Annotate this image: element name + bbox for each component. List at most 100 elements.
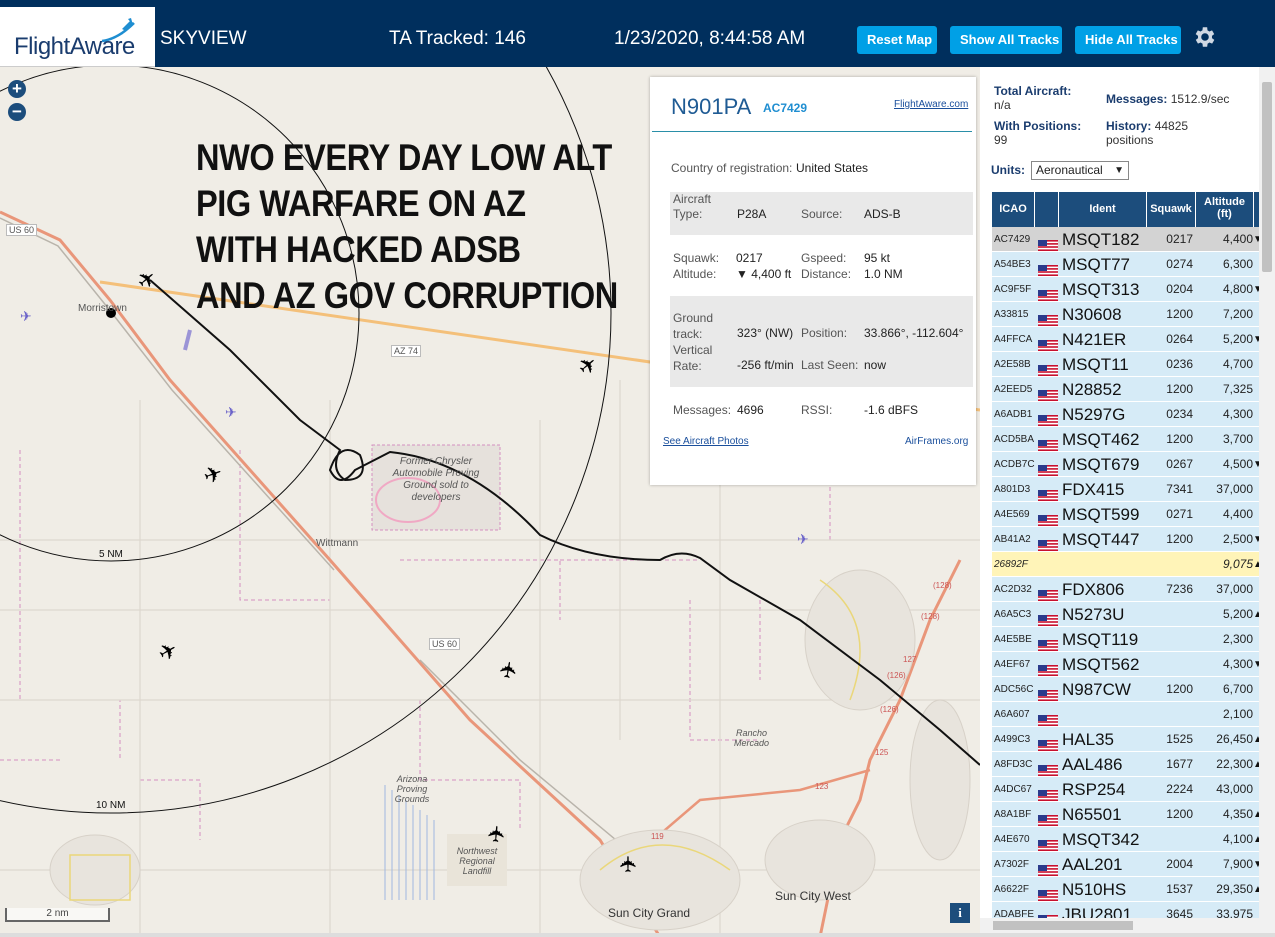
row-ident: FDX806: [1062, 580, 1125, 599]
ground-aircraft-marker[interactable]: ✈: [20, 308, 32, 325]
messages-stat: Messages: 1512.9/sec: [1106, 92, 1256, 106]
table-row[interactable]: A4EF67 MSQT562 4,300 ▼: [992, 652, 1263, 677]
table-row[interactable]: A499C3 HAL35 1525 26,450 ▲: [992, 727, 1263, 752]
table-row[interactable]: A54BE3 MSQT77 0274 6,300: [992, 252, 1262, 277]
exit-label: 123: [815, 782, 829, 791]
table-row[interactable]: ACD5BA MSQT462 1200 3,700: [992, 427, 1262, 452]
source-value: ADS-B: [864, 207, 901, 221]
flightaware-logo[interactable]: FlightAware: [0, 7, 155, 67]
column-header-icao[interactable]: ICAO: [992, 192, 1035, 227]
units-select[interactable]: Aeronautical ▼: [1031, 161, 1129, 180]
table-row[interactable]: A2EED5 N28852 1200 7,325: [992, 377, 1262, 402]
popup-type-row: Aircraft Type: P28A Source: ADS-B: [670, 192, 973, 235]
row-squawk: [1147, 827, 1193, 852]
table-row[interactable]: A4E670 MSQT342 4,100 ▲: [992, 827, 1263, 852]
row-icao: A4E5BE: [994, 634, 1032, 645]
show-all-tracks-button[interactable]: Show All Tracks: [950, 26, 1062, 54]
scrollbar-thumb[interactable]: [1262, 82, 1272, 272]
table-row[interactable]: A6A5C3 N5273U 5,200 ▲: [992, 602, 1263, 627]
table-row[interactable]: AC9F5F MSQT313 0204 4,800 ▼: [992, 277, 1263, 302]
row-icao: A6622F: [994, 884, 1030, 895]
table-row[interactable]: AB41A2 MSQT447 1200 2,500 ▼: [992, 527, 1263, 552]
table-row[interactable]: A4E569 MSQT599 0271 4,400: [992, 502, 1262, 527]
ground-aircraft-marker[interactable]: ✈: [797, 531, 809, 548]
table-row[interactable]: A33815 N30608 1200 7,200: [992, 302, 1262, 327]
highway-shield-us60: US 60: [6, 224, 38, 236]
highway-shield-az74: AZ 74: [391, 345, 422, 357]
with-positions-label: With Positions:: [994, 119, 1082, 133]
horizontal-scrollbar[interactable]: [980, 918, 1259, 933]
column-header-flag[interactable]: [1035, 192, 1059, 227]
row-ident: N65501: [1062, 805, 1122, 824]
map-scale-bar: 2 nm: [5, 908, 110, 922]
table-row[interactable]: AC7429 MSQT182 0217 4,400 ▼: [992, 227, 1263, 252]
table-row[interactable]: A2E58B MSQT11 0236 4,700: [992, 352, 1262, 377]
vertical-rate-label: Vertical Rate:: [673, 343, 713, 373]
row-icao: AC2D32: [994, 584, 1032, 595]
column-header-altitude[interactable]: Altitude (ft): [1196, 192, 1254, 227]
row-squawk: 1525: [1166, 732, 1193, 746]
row-altitude: 7,325: [1222, 382, 1253, 396]
scrollbar-thumb[interactable]: [993, 921, 1133, 930]
table-row[interactable]: A8FD3C AAL486 1677 22,300 ▲: [992, 752, 1263, 777]
gear-icon[interactable]: [1192, 24, 1218, 50]
row-icao: ACD5BA: [994, 434, 1035, 445]
table-row[interactable]: AC2D32 FDX806 7236 37,000: [992, 577, 1262, 602]
row-squawk: 1200: [1166, 532, 1193, 546]
table-row[interactable]: A801D3 FDX415 7341 37,000: [992, 477, 1262, 502]
row-squawk: 2004: [1166, 857, 1193, 871]
column-header-ident[interactable]: Ident: [1059, 192, 1147, 227]
table-row[interactable]: A4FFCA N421ER 0264 5,200 ▼: [992, 327, 1263, 352]
table-row[interactable]: A7302F AAL201 2004 7,900 ▼: [992, 852, 1263, 877]
row-ident: N30608: [1062, 305, 1122, 324]
zoom-out-button[interactable]: −: [8, 103, 26, 121]
table-row[interactable]: A6622F N510HS 1537 29,350 ▲: [992, 877, 1263, 902]
row-ident: MSQT599: [1062, 505, 1140, 524]
chevron-down-icon: ▼: [1114, 165, 1124, 176]
units-label: Units:: [991, 163, 1025, 177]
header-bar: FlightAware SKYVIEW TA Tracked: 146 1/23…: [0, 0, 1275, 67]
row-icao: A2E58B: [994, 359, 1031, 370]
row-squawk: 0267: [1166, 457, 1193, 471]
column-header-squawk[interactable]: Squawk: [1147, 192, 1196, 227]
row-altitude: 4,700: [1222, 357, 1253, 371]
table-row[interactable]: A4E5BE MSQT119 2,300: [992, 627, 1262, 652]
row-ident: MSQT182: [1062, 230, 1140, 249]
hide-all-tracks-button[interactable]: Hide All Tracks: [1075, 26, 1181, 54]
see-aircraft-photos-link[interactable]: See Aircraft Photos: [663, 436, 749, 447]
aircraft-panel: Total Aircraft: n/a Messages: 1512.9/sec…: [980, 67, 1275, 937]
aircraft-info-popup: N901PA AC7429 FlightAware.com Country of…: [650, 77, 976, 485]
table-row[interactable]: ACDB7C MSQT679 0267 4,500 ▼: [992, 452, 1263, 477]
us-flag-icon: [1038, 834, 1058, 851]
us-flag-icon: [1038, 334, 1058, 351]
aircraft-marker[interactable]: ✈: [483, 824, 511, 845]
row-squawk: 1677: [1166, 757, 1193, 771]
altitude-value: ▼ 4,400 ft: [736, 267, 792, 281]
row-altitude: 7,900: [1222, 857, 1253, 871]
us-flag-icon: [1038, 809, 1058, 826]
aircraft-type-label: Aircraft Type:: [673, 192, 712, 221]
row-ident: MSQT679: [1062, 455, 1140, 474]
ground-aircraft-marker[interactable]: ✈: [225, 404, 237, 421]
table-row[interactable]: A8A1BF N65501 1200 4,350 ▲: [992, 802, 1263, 827]
row-squawk: 0236: [1166, 357, 1193, 371]
table-row[interactable]: A6A607 2,100: [992, 702, 1262, 727]
reset-map-button[interactable]: Reset Map: [857, 26, 937, 54]
map-info-button[interactable]: i: [950, 903, 970, 923]
rssi-value: -1.6 dBFS: [864, 403, 919, 417]
row-ident: N5273U: [1062, 605, 1125, 624]
table-row[interactable]: A6ADB1 N5297G 0234 4,300: [992, 402, 1262, 427]
us-flag-icon: [1038, 534, 1058, 551]
airframes-link[interactable]: AirFrames.org: [905, 436, 968, 447]
position-value: 33.866°, -112.604°: [864, 326, 964, 340]
vertical-scrollbar[interactable]: [1259, 67, 1275, 937]
row-squawk: 0234: [1166, 407, 1193, 421]
popup-messages-row: Messages: 4696 RSSI: -1.6 dBFS: [670, 403, 973, 419]
popup-country-row: Country of registration: United States: [670, 161, 973, 177]
flightaware-link[interactable]: FlightAware.com: [894, 99, 968, 110]
table-row[interactable]: ADC56C N987CW 1200 6,700: [992, 677, 1262, 702]
zoom-in-button[interactable]: +: [8, 80, 26, 98]
aircraft-marker[interactable]: ✈: [616, 855, 642, 873]
table-row[interactable]: 26892F 9,075 ▲: [992, 552, 1263, 577]
table-row[interactable]: A4DC67 RSP254 2224 43,000: [992, 777, 1262, 802]
